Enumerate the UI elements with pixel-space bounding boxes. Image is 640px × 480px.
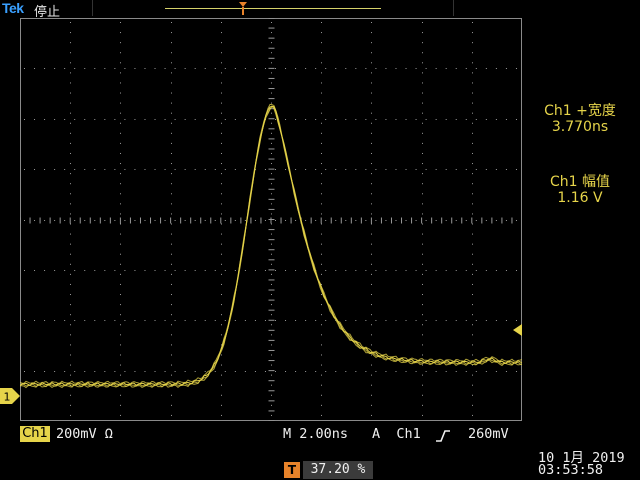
trigger-level-icon[interactable]: [510, 324, 522, 336]
channel-marker-text: 1: [4, 391, 11, 404]
waveform-trace: [20, 105, 522, 387]
vertical-scale[interactable]: 200mV Ω: [56, 425, 113, 443]
measurement-amplitude[interactable]: Ch1 幅值 1.16 V: [530, 174, 630, 206]
rising-edge-icon: [436, 430, 450, 442]
measurement-label: Ch1 +宽度: [544, 103, 616, 119]
channel1-ground-icon[interactable]: 1: [0, 388, 20, 404]
measurement-positive-width[interactable]: Ch1 +宽度 3.770ns: [530, 103, 630, 135]
trigger-prefix: A: [372, 426, 381, 442]
record-position-icon: [239, 2, 247, 15]
record-view-bar: [92, 0, 454, 16]
trigger-position-badge-icon: T: [284, 462, 300, 478]
measurement-label: Ch1 幅值: [549, 174, 610, 190]
channel1-badge[interactable]: Ch1: [20, 426, 50, 442]
measurement-value: 3.770ns: [551, 119, 609, 135]
waveform-trace: [20, 105, 522, 389]
horizontal-scale[interactable]: M 2.00ns: [283, 425, 348, 443]
top-status-bar: Tek 停止: [0, 0, 640, 20]
trigger-source[interactable]: A Ch1: [372, 425, 421, 443]
waveform-trace: [20, 103, 522, 385]
trigger-source-channel: Ch1: [396, 426, 421, 442]
waveform-display[interactable]: [20, 18, 522, 421]
waveform-trace: [20, 105, 522, 388]
trigger-level[interactable]: 260mV: [468, 425, 509, 443]
trigger-position-readout[interactable]: 37.20 %: [303, 461, 373, 479]
record-line: [165, 8, 381, 9]
brand-logo: Tek: [2, 0, 24, 16]
time-readout: 03:53:58: [538, 462, 604, 478]
measurement-value: 1.16 V: [557, 190, 603, 206]
ch1-waveform: [20, 103, 522, 389]
